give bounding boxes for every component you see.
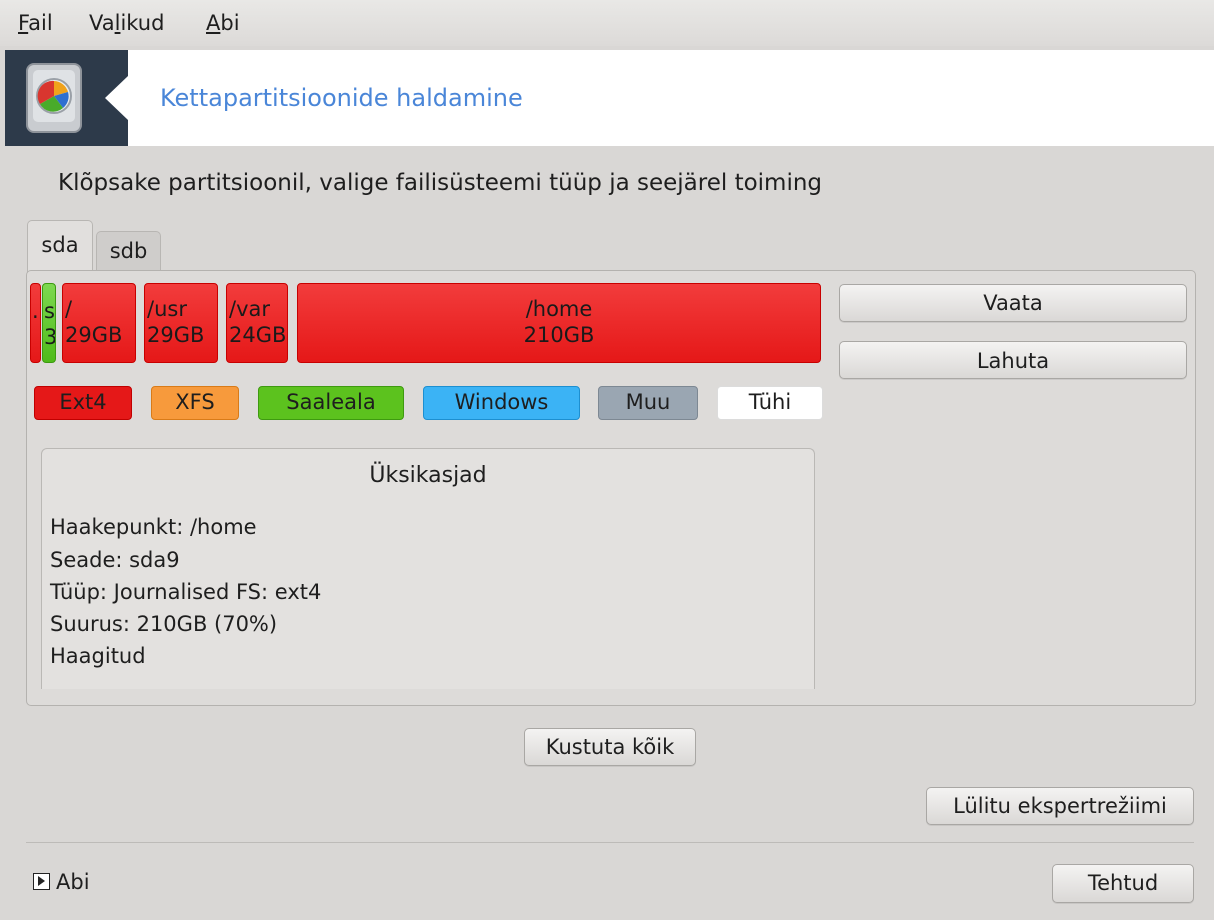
partition-block[interactable]: / 29GB xyxy=(62,283,136,363)
menu-options[interactable]: Valikud xyxy=(89,11,164,35)
legend-xfs: XFS xyxy=(151,386,239,420)
legend-windows: Windows xyxy=(423,386,580,420)
details-title: Üksikasjad xyxy=(369,463,487,488)
expand-arrow-icon xyxy=(33,873,50,890)
partition-block-selected[interactable]: /home 210GB xyxy=(297,283,821,363)
clear-all-button[interactable]: Kustuta kõik xyxy=(524,728,696,766)
detail-mount-point: Haakepunkt: /home xyxy=(50,515,257,539)
menu-bar: Fail Valikud Abi xyxy=(0,0,1214,46)
tab-sdb[interactable]: sdb xyxy=(96,231,161,272)
legend-empty: Tühi xyxy=(717,386,823,420)
detail-status: Haagitud xyxy=(50,644,146,668)
partition-block[interactable]: /usr 29GB xyxy=(144,283,218,363)
partition-block[interactable]: /var 24GB xyxy=(226,283,288,363)
legend-ext4: Ext4 xyxy=(34,386,132,420)
detail-type: Tüüp: Journalised FS: ext4 xyxy=(50,580,322,604)
menu-help[interactable]: Abi xyxy=(206,11,240,35)
tab-sda[interactable]: sda xyxy=(27,220,93,273)
legend-swap: Saaleala xyxy=(258,386,404,420)
separator xyxy=(26,842,1194,843)
done-button[interactable]: Tehtud xyxy=(1052,864,1194,903)
expert-mode-button[interactable]: Lülitu ekspertrežiimi xyxy=(926,787,1194,825)
banner-title: Kettapartitsioonide haldamine xyxy=(160,84,523,112)
unmount-button[interactable]: Lahuta xyxy=(839,341,1187,379)
banner-icon-box xyxy=(5,50,128,146)
legend-other: Muu xyxy=(598,386,698,420)
partition-block[interactable]: . xyxy=(30,283,41,363)
detail-device: Seade: sda9 xyxy=(50,548,180,572)
hard-disk-pie-icon xyxy=(26,63,128,133)
partition-block[interactable]: s 3 xyxy=(42,283,56,363)
menu-file[interactable]: Fail xyxy=(18,11,53,35)
instruction-text: Klõpsake partitsioonil, valige failisüst… xyxy=(58,170,823,196)
view-button[interactable]: Vaata xyxy=(839,284,1187,322)
banner: Kettapartitsioonide haldamine xyxy=(5,50,1214,146)
details-box: Üksikasjad Haakepunkt: /home Seade: sda9… xyxy=(41,448,815,689)
detail-size: Suurus: 210GB (70%) xyxy=(50,612,278,636)
help-toggle[interactable]: Abi xyxy=(33,870,90,894)
